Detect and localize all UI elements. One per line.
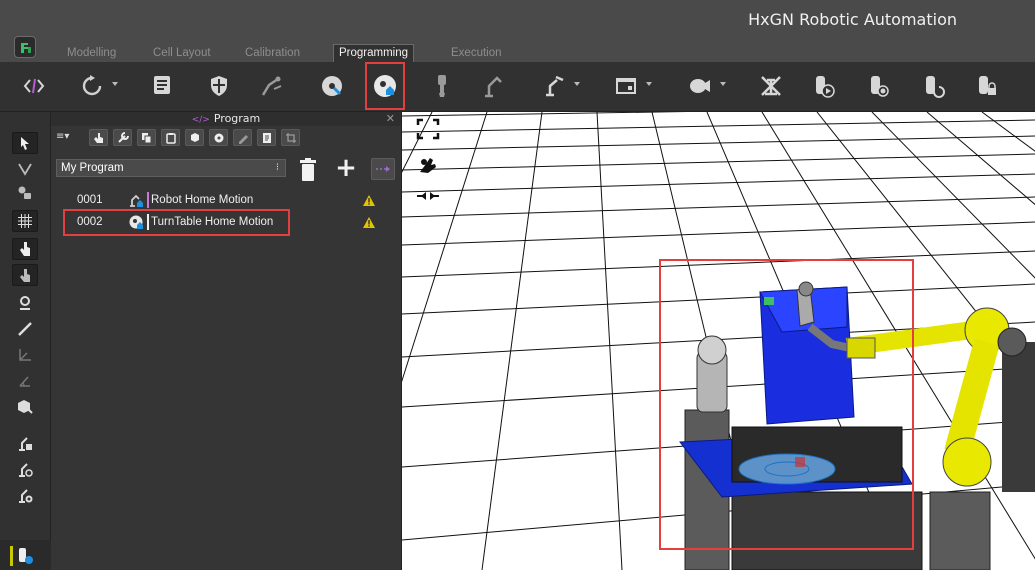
row-label: TurnTable Home Motion <box>151 216 274 228</box>
app-title: HxGN Robotic Automation <box>748 10 957 29</box>
target-icon[interactable] <box>209 129 228 146</box>
tool-play-icon[interactable] <box>809 72 837 100</box>
workcell-model[interactable] <box>679 281 1035 570</box>
tab-execution[interactable]: Execution <box>447 45 506 62</box>
robot-home-icon <box>129 193 143 207</box>
program-row[interactable]: 0002 TurnTable Home Motion <box>61 213 391 231</box>
program-icon: </> <box>191 115 210 125</box>
code-icon[interactable] <box>20 72 48 100</box>
hand-point-button[interactable] <box>89 129 108 146</box>
list-icon[interactable] <box>148 72 176 100</box>
row-indicator-bar <box>147 192 149 208</box>
cube-icon[interactable] <box>185 129 204 146</box>
turntable-icon[interactable] <box>318 72 346 100</box>
cube-edit-icon[interactable] <box>12 396 38 418</box>
turntable-home-icon[interactable] <box>371 72 399 100</box>
window-icon[interactable] <box>612 72 652 100</box>
gripper-icon[interactable] <box>428 72 456 100</box>
collapse-icon[interactable] <box>416 188 442 208</box>
fit-view-icon[interactable] <box>416 118 442 144</box>
robot-arm-icon[interactable] <box>258 72 286 100</box>
tool-lock-icon[interactable] <box>972 72 1000 100</box>
measure-icon[interactable] <box>12 318 38 340</box>
grid-icon[interactable] <box>12 210 38 232</box>
tool-status-icon[interactable] <box>16 547 34 569</box>
delete-program-button[interactable] <box>297 157 319 183</box>
program-row[interactable]: 0001 Robot Home Motion <box>61 191 391 209</box>
robot-tool-icon[interactable] <box>12 182 38 204</box>
axis-icon[interactable] <box>12 344 38 366</box>
tab-modelling[interactable]: Modelling <box>63 45 120 62</box>
robot-icon[interactable] <box>479 72 507 100</box>
panel-title: Program <box>213 112 261 125</box>
panel-header: </> Program <box>51 112 401 126</box>
turntable-home-icon <box>129 215 143 229</box>
status-strip <box>0 540 51 570</box>
robot-motion-icon[interactable] <box>540 72 580 100</box>
viewport-tools <box>416 118 442 208</box>
copy-icon[interactable] <box>137 129 156 146</box>
angle-icon[interactable] <box>12 370 38 392</box>
warning-icon[interactable] <box>363 216 375 234</box>
3d-viewport[interactable] <box>401 112 1035 570</box>
hand-point-icon[interactable] <box>12 238 38 260</box>
tab-calibration[interactable]: Calibration <box>241 45 304 62</box>
camera-icon[interactable] <box>686 72 726 100</box>
document-icon[interactable] <box>257 129 276 146</box>
location-icon[interactable] <box>12 292 38 314</box>
rotate-icon[interactable] <box>78 72 118 100</box>
left-tool-column <box>0 112 51 570</box>
tool-pen-icon[interactable] <box>233 129 252 146</box>
select-cursor-icon[interactable] <box>12 132 38 154</box>
tab-programming[interactable]: Programming <box>333 44 415 63</box>
robot-settings-icon[interactable] <box>12 484 38 506</box>
floor-grid <box>402 112 1035 570</box>
tab-cell-layout[interactable]: Cell Layout <box>149 45 215 62</box>
program-select-value: My Program <box>61 162 124 174</box>
panel-menu-button[interactable]: ≡▾ <box>56 131 69 142</box>
panel-close-icon[interactable]: ✕ <box>386 112 395 125</box>
title-bar: HxGN Robotic Automation Modelling Cell L… <box>0 0 1035 63</box>
app-logo-icon[interactable] <box>14 36 36 58</box>
frame-icon[interactable] <box>281 129 300 146</box>
row-indicator-bar <box>147 214 149 230</box>
wrench-icon[interactable] <box>113 129 132 146</box>
tool-record-icon[interactable] <box>864 72 892 100</box>
main-toolbar <box>0 62 1035 112</box>
add-program-button[interactable]: + <box>334 155 358 181</box>
status-bar-indicator <box>10 546 13 566</box>
disable-icon[interactable] <box>757 72 785 100</box>
hand-move-icon[interactable] <box>12 264 38 286</box>
row-label: Robot Home Motion <box>151 194 254 206</box>
robot-target-icon[interactable] <box>12 458 38 480</box>
tool-refresh-icon[interactable] <box>919 72 947 100</box>
shield-icon[interactable] <box>205 72 233 100</box>
hand-tool-icon[interactable] <box>416 154 442 180</box>
warning-icon[interactable] <box>363 194 375 212</box>
program-select[interactable]: My Program ⁝ <box>56 159 286 177</box>
row-number: 0002 <box>77 216 103 228</box>
send-program-button[interactable] <box>371 158 395 180</box>
program-panel: </> Program ✕ ≡▾ My Program ⁝ + 0001 Rob… <box>51 112 401 570</box>
robot-lock-icon[interactable] <box>12 432 38 454</box>
path-icon[interactable] <box>12 158 38 180</box>
paste-icon[interactable] <box>161 129 180 146</box>
row-number: 0001 <box>77 194 103 206</box>
select-spinner-icon: ⁝ <box>275 162 279 173</box>
